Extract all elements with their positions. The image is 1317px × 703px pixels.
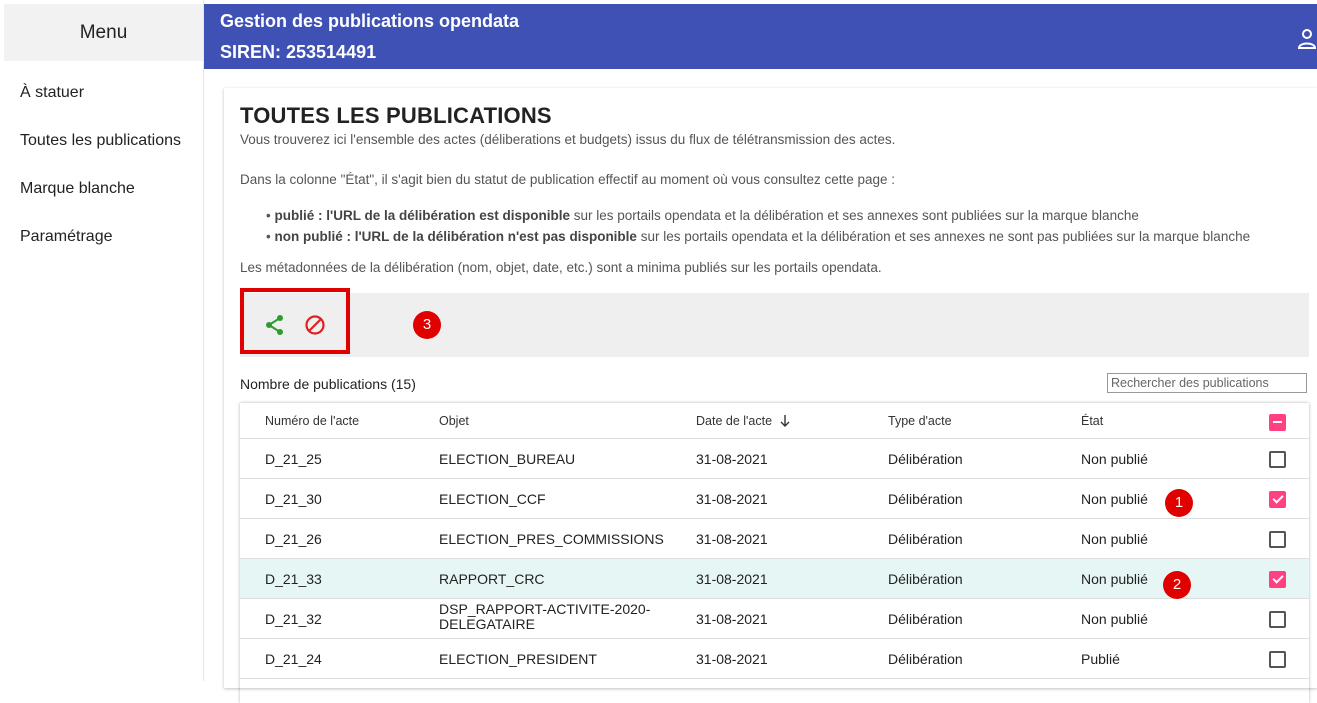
cell-type: Délibération [888,571,963,587]
col-header-etat[interactable]: État [1081,414,1103,428]
share-icon[interactable] [265,314,285,336]
legend-bold: non publié : l'URL de la délibération n'… [274,229,637,244]
cell-type: Délibération [888,531,963,547]
action-toolbar: 3 [240,288,1309,357]
state-legend: • publié : l'URL de la délibération est … [266,205,1250,247]
col-header-date[interactable]: Date de l'acte [696,414,790,428]
intro-text: Vous trouverez ici l'ensemble des actes … [240,132,896,147]
row-checkbox[interactable] [1269,611,1286,628]
cell-date: 31-08-2021 [696,651,768,667]
col-header-objet[interactable]: Objet [439,414,469,428]
cell-objet: ELECTION_CCF [439,491,546,507]
sidebar-item-marque-blanche[interactable]: Marque blanche [20,180,135,198]
row-checkbox[interactable] [1269,451,1286,468]
publications-table: Numéro de l'acte Objet Date de l'acte Ty… [240,403,1309,703]
row-checkbox[interactable] [1269,491,1286,508]
cell-numero: D_21_32 [265,611,322,627]
cell-numero: D_21_25 [265,451,322,467]
arrow-down-icon [780,415,790,427]
cell-objet: ELECTION_PRESIDENT [439,651,597,667]
row-checkbox[interactable] [1269,531,1286,548]
siren-label: SIREN: 253514491 [220,42,377,62]
cell-objet: DSP_RAPPORT-ACTIVITE-2020- DELEGATAIRE [439,602,650,632]
sidebar: Menu À statuer Toutes les publications M… [0,0,204,681]
select-all-checkbox[interactable] [1269,414,1286,431]
state-note: Dans la colonne "État", il s'agit bien d… [240,172,896,187]
legend-text: sur les portails opendata et la délibéra… [569,208,1139,223]
app-title: Gestion des publications opendata [220,11,520,31]
cell-type: Délibération [888,451,963,467]
sidebar-item-toutes-les-publications[interactable]: Toutes les publications [20,132,181,150]
page-title: TOUTES LES PUBLICATIONS [240,103,552,128]
cell-numero: D_21_24 [265,651,322,667]
cell-objet-line: DSP_RAPPORT-ACTIVITE-2020- [439,601,651,617]
publication-count: Nombre de publications (15) [240,376,416,392]
highlight-box [240,288,350,354]
table-row[interactable]: D_21_24 ELECTION_PRESIDENT 31-08-2021 Dé… [240,639,1309,679]
table-row[interactable]: D_21_32 DSP_RAPPORT-ACTIVITE-2020- DELEG… [240,599,1309,639]
row-checkbox[interactable] [1269,571,1286,588]
marker-2: 2 [1163,571,1191,599]
metadata-note: Les métadonnées de la délibération (nom,… [240,260,882,275]
cell-date: 31-08-2021 [696,531,768,547]
legend-item-publie: • publié : l'URL de la délibération est … [266,208,1139,223]
cell-type: Délibération [888,611,963,627]
header-bar: Gestion des publications opendata SIREN:… [204,4,1317,69]
table-header: Numéro de l'acte Objet Date de l'acte Ty… [240,403,1309,439]
cell-etat: Non publié [1081,531,1148,547]
col-header-type[interactable]: Type d'acte [888,414,952,428]
cell-objet-line: DELEGATAIRE [439,616,535,632]
sidebar-title: Menu [4,4,203,61]
table-row[interactable]: D_21_30 ELECTION_CCF 31-08-2021 Délibéra… [240,479,1309,519]
cell-date: 31-08-2021 [696,451,768,467]
cell-type: Délibération [888,651,963,667]
cell-etat: Non publié [1081,611,1148,627]
table-row[interactable]: D_21_25 ELECTION_BUREAU 31-08-2021 Délib… [240,439,1309,479]
marker-3: 3 [413,311,441,339]
table-row[interactable]: D_21_26 ELECTION_PRES_COMMISSIONS 31-08-… [240,519,1309,559]
search-input[interactable] [1107,373,1307,393]
cell-etat: Non publié [1081,451,1148,467]
table-row[interactable]: D_21_33 RAPPORT_CRC 31-08-2021 Délibérat… [240,559,1309,599]
main-card: TOUTES LES PUBLICATIONS Vous trouverez i… [224,88,1317,688]
person-icon[interactable] [1297,28,1317,50]
cell-objet: ELECTION_BUREAU [439,451,576,467]
cell-type: Délibération [888,491,963,507]
sidebar-item-parametrage[interactable]: Paramétrage [20,228,113,246]
row-checkbox[interactable] [1269,651,1286,668]
cell-objet: ELECTION_PRES_COMMISSIONS [439,531,664,547]
cell-numero: D_21_30 [265,491,322,507]
cell-etat: Publié [1081,651,1120,667]
cell-etat: Non publié [1081,571,1148,587]
cell-date: 31-08-2021 [696,491,768,507]
cell-etat: Non publié [1081,491,1148,507]
cell-numero: D_21_33 [265,571,322,587]
legend-text: sur les portails opendata et la délibéra… [636,229,1251,244]
col-header-numero[interactable]: Numéro de l'acte [265,414,359,428]
legend-item-non-publie: • non publié : l'URL de la délibération … [266,229,1251,244]
cell-numero: D_21_26 [265,531,322,547]
marker-1: 1 [1165,489,1193,517]
legend-bold: publié : l'URL de la délibération est di… [274,208,570,223]
col-header-date-label: Date de l'acte [696,414,773,428]
sidebar-item-a-statuer[interactable]: À statuer [20,84,84,102]
cell-date: 31-08-2021 [696,571,768,587]
block-icon[interactable] [304,314,326,336]
cell-objet: RAPPORT_CRC [439,571,545,587]
cell-date: 31-08-2021 [696,611,768,627]
